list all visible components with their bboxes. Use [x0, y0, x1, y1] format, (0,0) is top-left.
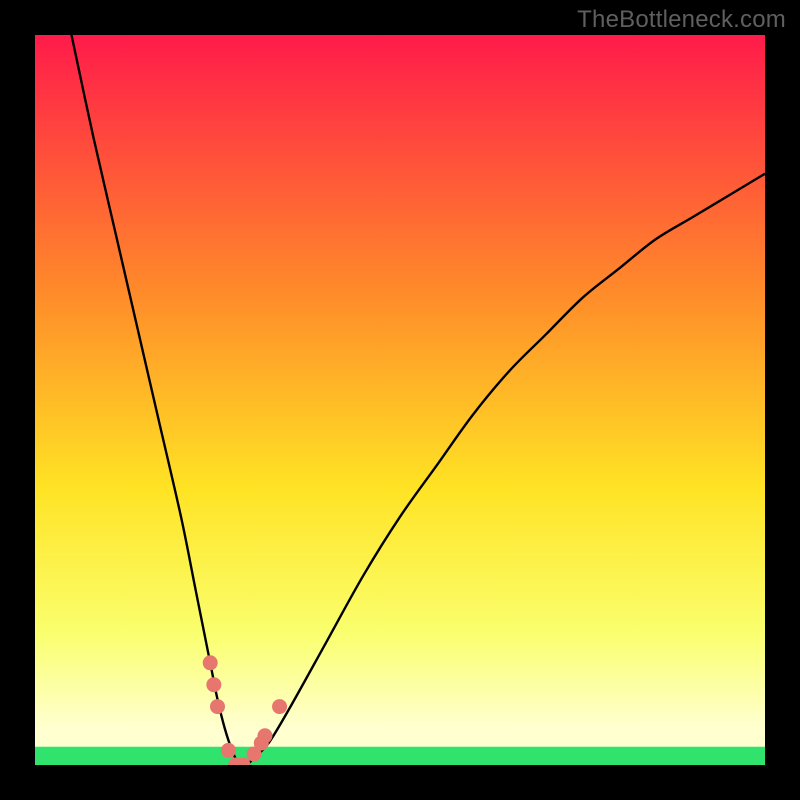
heat-gradient-bg [35, 35, 765, 765]
bottleneck-chart [35, 35, 765, 765]
green-band [35, 747, 765, 765]
plot-area [35, 35, 765, 765]
data-point [206, 677, 221, 692]
data-point [221, 743, 236, 758]
data-point [203, 655, 218, 670]
chart-stage: TheBottleneck.com [0, 0, 800, 800]
watermark-text: TheBottleneck.com [577, 6, 786, 34]
data-point [210, 699, 225, 714]
data-point [272, 699, 287, 714]
data-point [257, 728, 272, 743]
